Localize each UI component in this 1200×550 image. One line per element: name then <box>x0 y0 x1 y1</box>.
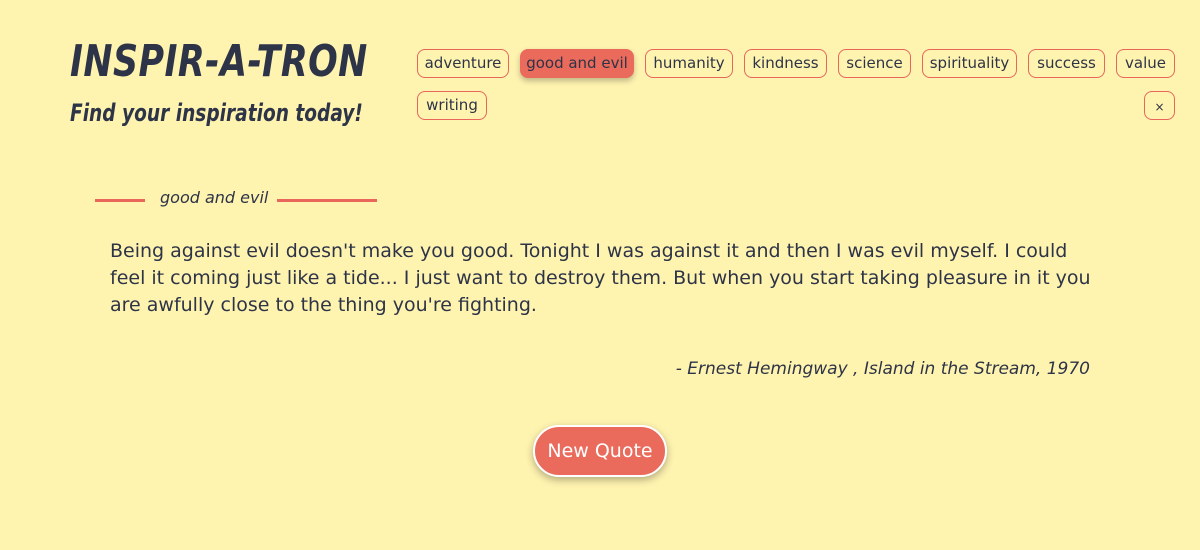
quote-category: good and evil <box>160 188 269 207</box>
category-divider-left <box>95 199 145 202</box>
tag-adventure[interactable]: adventure <box>417 49 509 78</box>
tag-spirituality[interactable]: spirituality <box>922 49 1017 78</box>
tag-science[interactable]: science <box>838 49 911 78</box>
tag-value[interactable]: value <box>1116 49 1175 78</box>
quote-attribution: - Ernest Hemingway , Island in the Strea… <box>675 359 1090 379</box>
clear-tags-button[interactable]: × <box>1144 91 1175 120</box>
tag-humanity[interactable]: humanity <box>645 49 733 78</box>
category-divider-right <box>277 199 377 202</box>
tag-writing[interactable]: writing <box>417 91 487 120</box>
app-title: INSPIR-A-TRON <box>70 36 368 87</box>
tag-kindness[interactable]: kindness <box>744 49 827 78</box>
quote-text: Being against evil doesn't make you good… <box>110 240 1091 316</box>
tag-success[interactable]: success <box>1028 49 1105 78</box>
tag-good-and-evil[interactable]: good and evil <box>520 49 634 78</box>
app-tagline: Find your inspiration today! <box>70 99 363 127</box>
brand-block: INSPIR-A-TRON Find your inspiration toda… <box>70 36 410 128</box>
new-quote-button[interactable]: New Quote <box>533 425 667 477</box>
